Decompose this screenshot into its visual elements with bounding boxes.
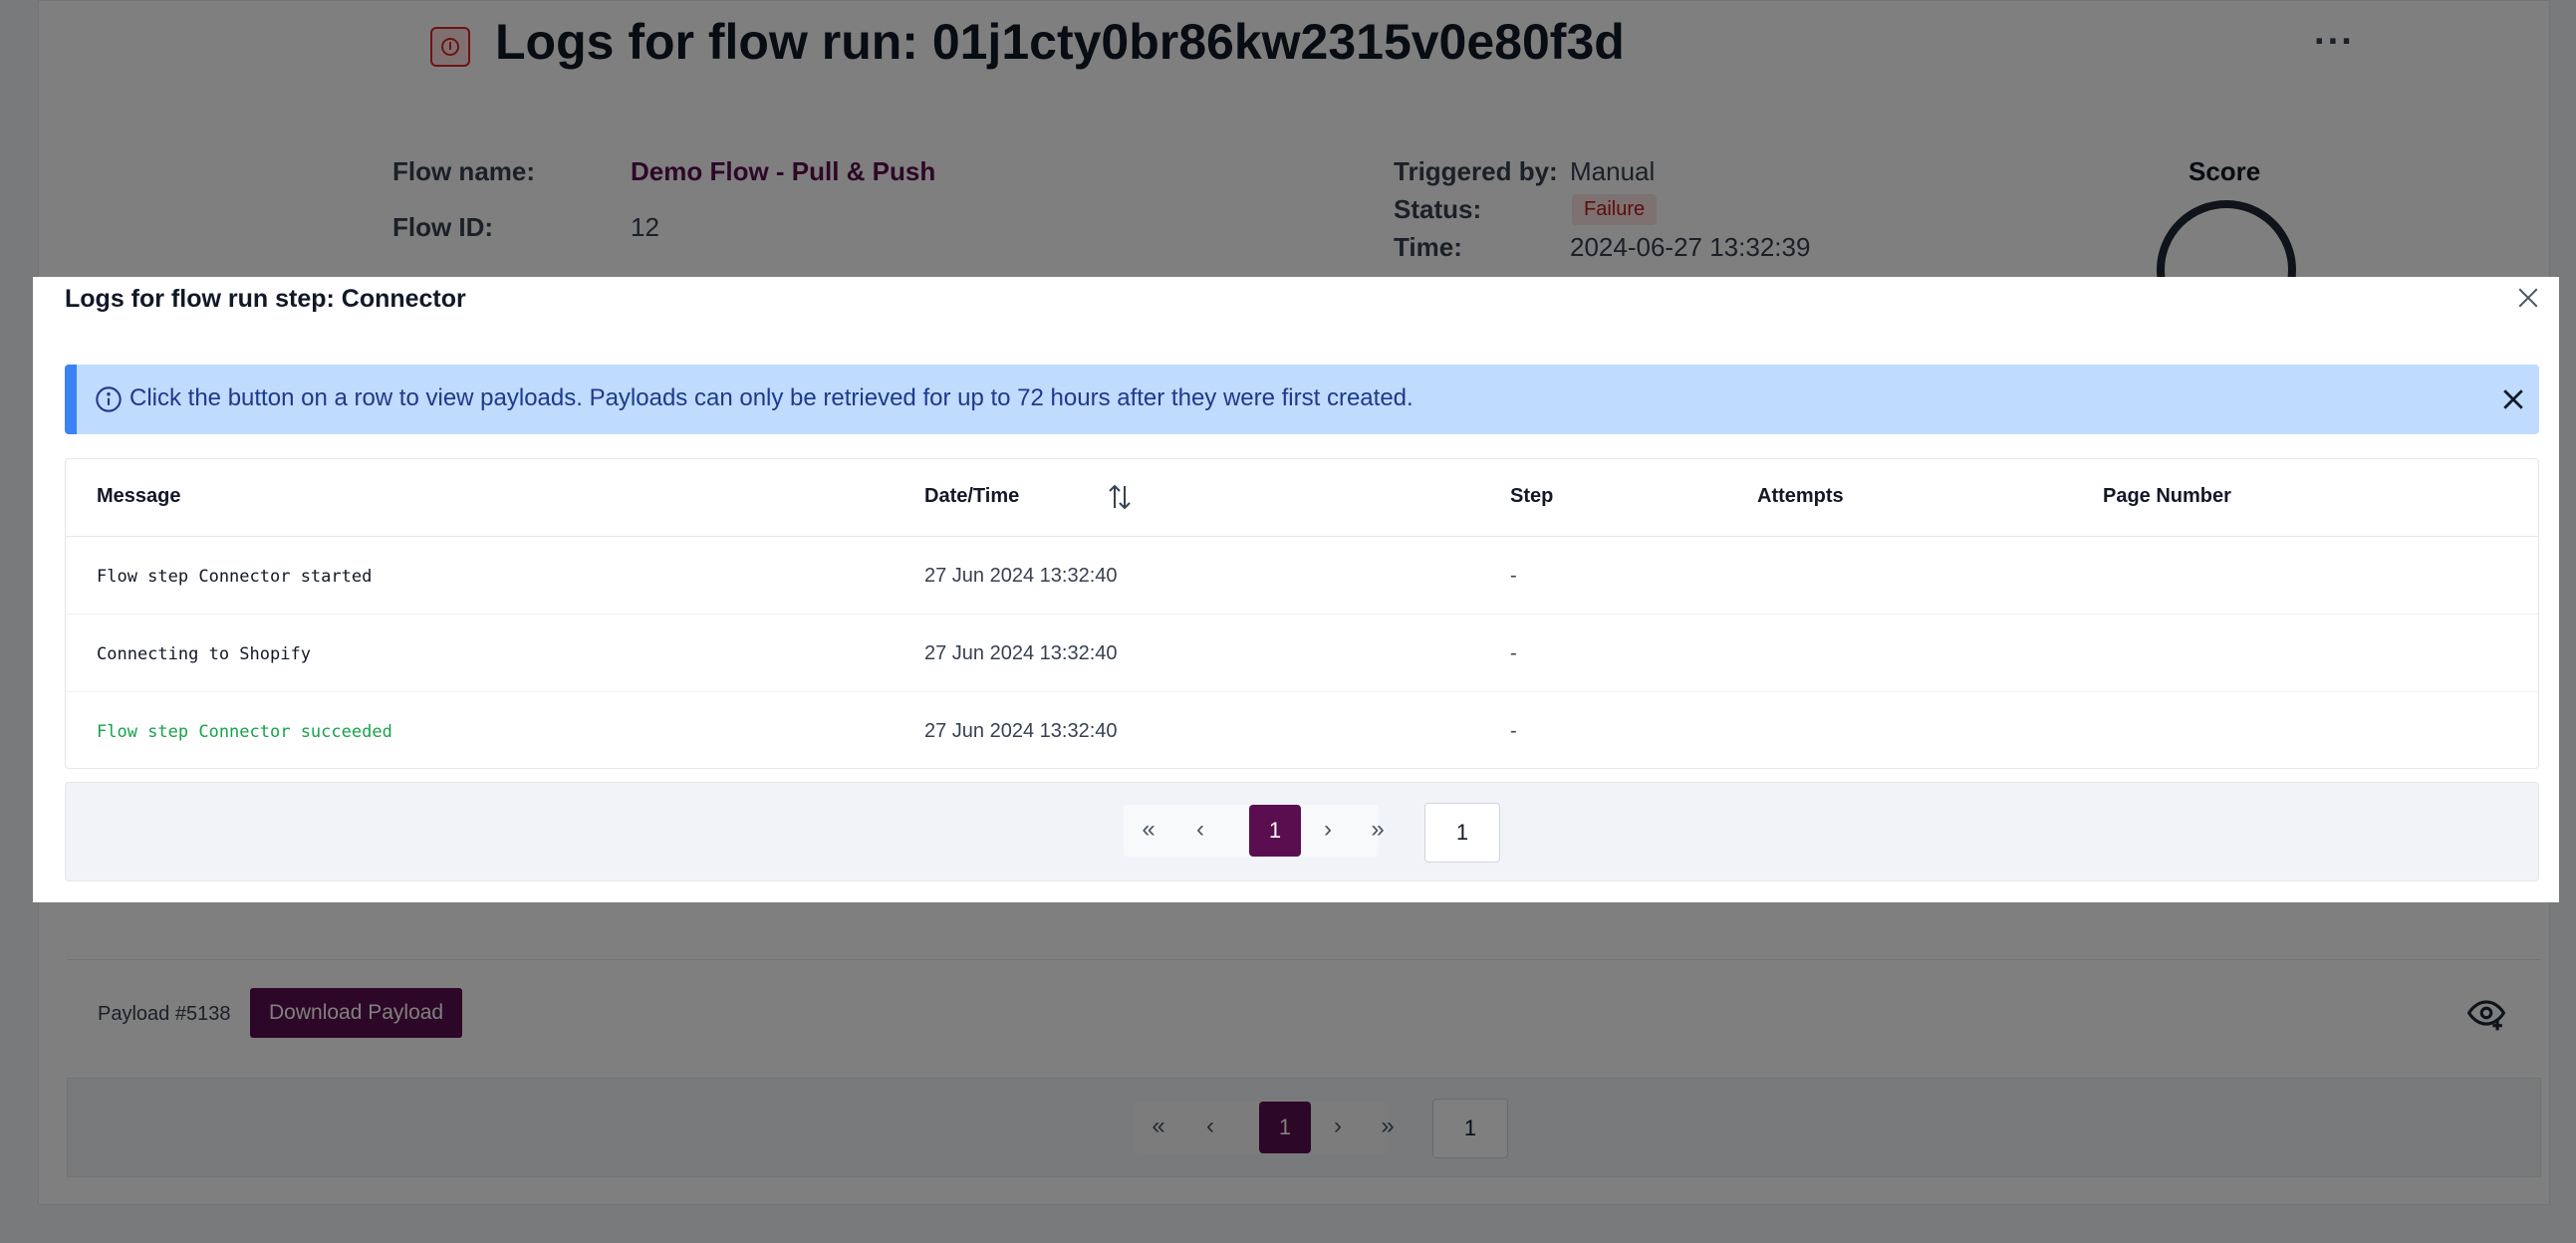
step-logs-modal: Logs for flow run step: Connector Click … [33, 277, 2559, 902]
page-number-input[interactable]: 1 [1424, 803, 1500, 863]
column-header-step: Step [1510, 485, 1554, 507]
column-header-message: Message [97, 485, 181, 507]
row-step: - [1510, 642, 1517, 664]
sort-icon[interactable] [1108, 483, 1132, 511]
table-row[interactable]: Flow step Connector started 27 Jun 2024 … [66, 537, 2538, 615]
logs-table: Message Date/Time Step Attempts Page Num… [65, 458, 2539, 769]
pagination: « ‹ 1 › » 1 [65, 782, 2539, 881]
table-row[interactable]: Flow step Connector succeeded 27 Jun 202… [66, 692, 2538, 770]
modal-title: Logs for flow run step: Connector [65, 285, 466, 313]
row-message: Connecting to Shopify [97, 644, 311, 664]
table-row[interactable]: Connecting to Shopify 27 Jun 2024 13:32:… [66, 615, 2538, 692]
info-alert-text: Click the button on a row to view payloa… [129, 384, 1414, 411]
pagination-buttons: « ‹ 1 › » [1124, 805, 1385, 857]
current-page-button[interactable]: 1 [1249, 805, 1301, 857]
row-message: Flow step Connector started [97, 567, 373, 587]
column-header-attempts: Attempts [1757, 485, 1844, 507]
table-header: Message Date/Time Step Attempts Page Num… [66, 459, 2538, 537]
row-message-success: Flow step Connector succeeded [97, 722, 392, 742]
info-alert: Click the button on a row to view payloa… [65, 365, 2539, 434]
column-header-datetime[interactable]: Date/Time [924, 485, 1019, 508]
prev-page-button[interactable]: ‹ [1175, 805, 1225, 857]
last-page-button[interactable]: » [1353, 805, 1403, 857]
info-icon [96, 386, 122, 412]
row-datetime: 27 Jun 2024 13:32:40 [924, 720, 1118, 742]
alert-close-icon[interactable] [2498, 384, 2528, 414]
row-step: - [1510, 720, 1517, 742]
column-header-page-number: Page Number [2103, 485, 2231, 507]
row-datetime: 27 Jun 2024 13:32:40 [924, 642, 1118, 664]
first-page-button[interactable]: « [1124, 805, 1173, 857]
row-datetime: 27 Jun 2024 13:32:40 [924, 565, 1118, 587]
row-step: - [1510, 565, 1517, 587]
next-page-button[interactable]: › [1303, 805, 1353, 857]
modal-close-icon[interactable] [2513, 283, 2543, 313]
